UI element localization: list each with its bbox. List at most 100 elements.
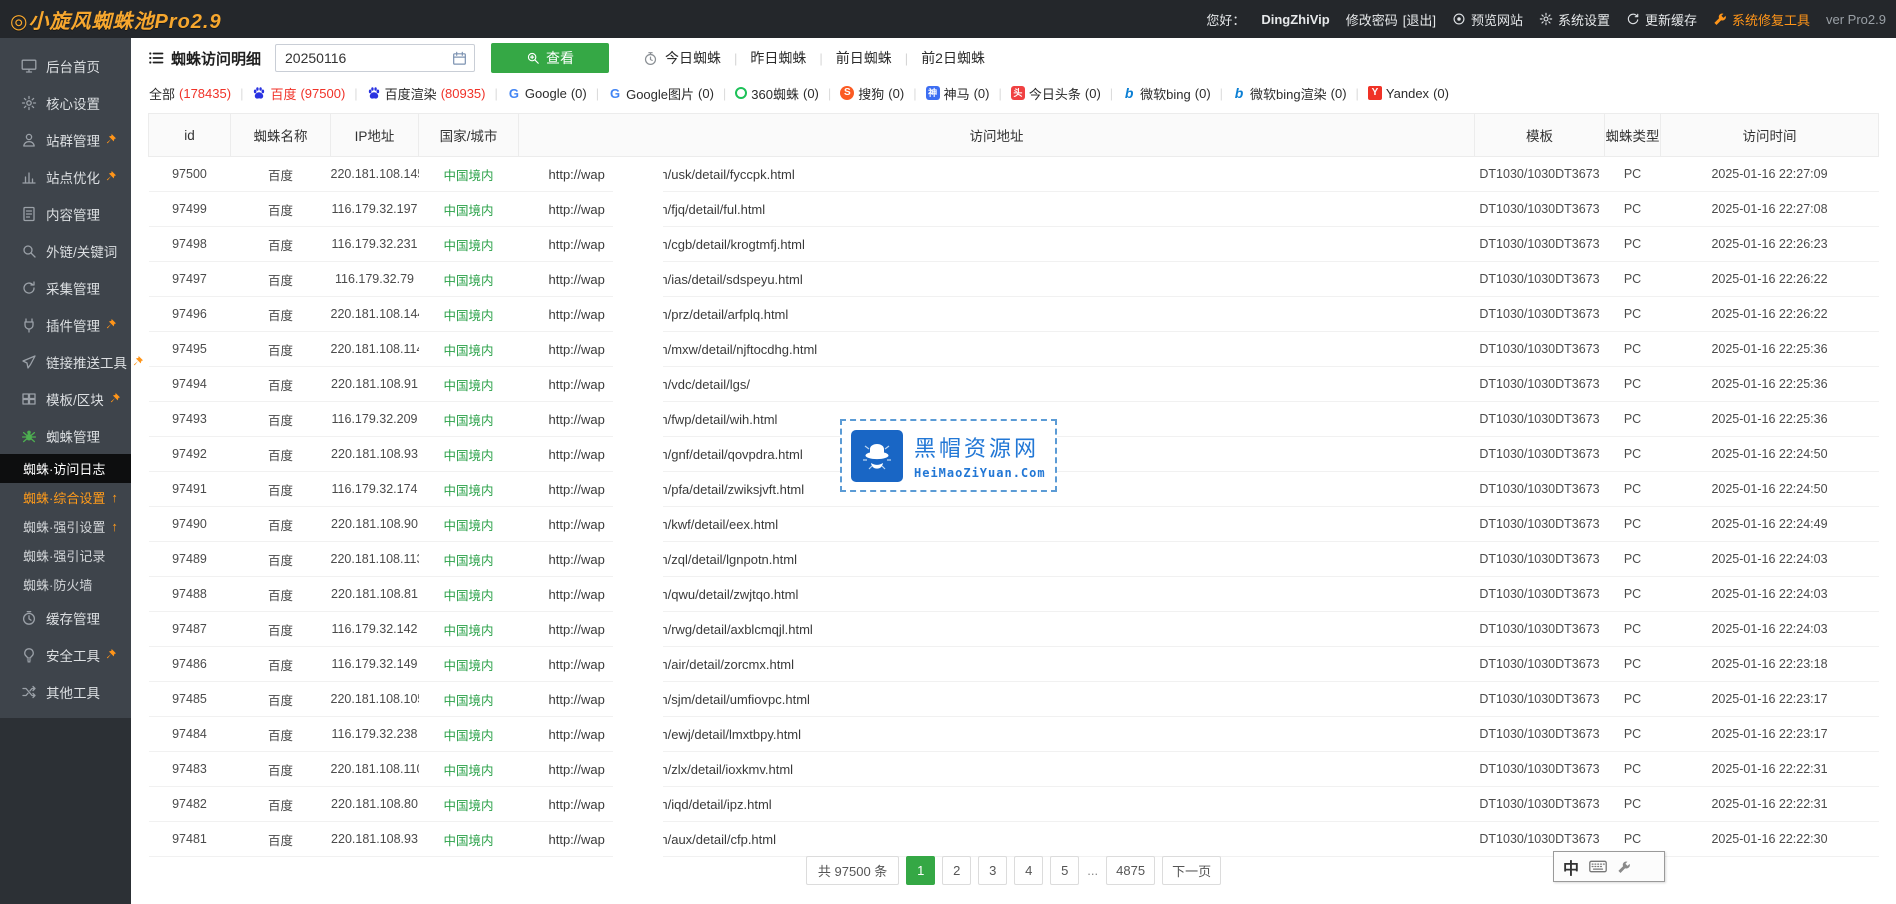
sidebar-subitem-label: 蜘蛛·强引设置 bbox=[23, 517, 105, 536]
sidebar-subitem-label: 蜘蛛·综合设置 bbox=[23, 488, 105, 507]
cell-region: 中国境内 bbox=[419, 787, 519, 822]
cell-visit-time: 2025-01-16 22:23:17 bbox=[1661, 682, 1879, 717]
url-path: cn/zlx/detail/ioxkmv.html bbox=[654, 762, 793, 777]
quick-link-前日蜘蛛[interactable]: 前日蜘蛛 bbox=[836, 48, 892, 68]
cell-spider-name: 百度 bbox=[231, 332, 331, 367]
sidebar-item-链接推送工具[interactable]: 链接推送工具 bbox=[0, 343, 131, 380]
url-path: cn/ewj/detail/lmxtbpy.html bbox=[654, 727, 801, 742]
filter-微软bing渲染[interactable]: b微软bing渲染(0) bbox=[1232, 84, 1346, 103]
cell-region: 中国境内 bbox=[419, 332, 519, 367]
sidebar-item-模板/区块[interactable]: 模板/区块 bbox=[0, 380, 131, 417]
sidebar-item-内容管理[interactable]: 内容管理 bbox=[0, 195, 131, 232]
page-button-1[interactable]: 1 bbox=[906, 856, 935, 885]
page-button-5[interactable]: 5 bbox=[1050, 856, 1079, 885]
monitor-icon bbox=[21, 58, 37, 74]
cell-template: DT1030/1030DT3673 bbox=[1475, 577, 1605, 612]
filter-Google图片[interactable]: GGoogle图片(0) bbox=[608, 84, 714, 103]
filter-Google[interactable]: GGoogle(0) bbox=[507, 86, 587, 101]
cell-region: 中国境内 bbox=[419, 262, 519, 297]
sidebar-subitem-label: 蜘蛛·访问日志 bbox=[23, 459, 105, 478]
preview-site-link[interactable]: 预览网站 bbox=[1452, 10, 1523, 29]
cell-id: 97485 bbox=[149, 682, 231, 717]
change-password-link[interactable]: 修改密码 [退出] bbox=[1346, 10, 1436, 29]
sidebar-subitem-蜘蛛·综合设置[interactable]: 蜘蛛·综合设置↑ bbox=[0, 483, 131, 512]
topbar-right-nav: 您好： DingZhiVip 修改密码 [退出] 预览网站 系统设置 更新缓存 … bbox=[1206, 10, 1886, 29]
url-prefix: http://wap bbox=[549, 307, 605, 322]
column-header-蜘蛛名称: 蜘蛛名称 bbox=[231, 114, 331, 157]
filter-全部[interactable]: 全部(178435) bbox=[149, 84, 231, 103]
sidebar-item-安全工具[interactable]: 安全工具 bbox=[0, 636, 131, 673]
filter-Yandex[interactable]: YYandex(0) bbox=[1368, 86, 1449, 101]
ime-language-indicator[interactable]: 中 bbox=[1563, 855, 1579, 879]
url-path: cn/sjm/detail/umfiovpc.html bbox=[654, 692, 810, 707]
cell-spider-name: 百度 bbox=[231, 192, 331, 227]
sidebar-item-label: 站点优化 bbox=[46, 167, 100, 187]
table-row: 97500百度220.181.108.145中国境内http://wapcn/u… bbox=[149, 157, 1879, 192]
next-page-button[interactable]: 下一页 bbox=[1162, 856, 1221, 885]
sidebar-item-后台首页[interactable]: 后台首页 bbox=[0, 47, 131, 84]
keyboard-icon[interactable] bbox=[1589, 860, 1607, 873]
filter-label: 360蜘蛛 bbox=[751, 84, 799, 103]
date-input[interactable] bbox=[278, 50, 452, 66]
sidebar-subitem-蜘蛛·强引设置[interactable]: 蜘蛛·强引设置↑ bbox=[0, 512, 131, 541]
quick-link-今日蜘蛛[interactable]: 今日蜘蛛 bbox=[643, 48, 721, 68]
page-button-2[interactable]: 2 bbox=[942, 856, 971, 885]
table-row: 97484百度116.179.32.238中国境内http://wapcn/ew… bbox=[149, 717, 1879, 752]
sidebar-item-站点优化[interactable]: 站点优化 bbox=[0, 158, 131, 195]
cell-template: DT1030/1030DT3673 bbox=[1475, 682, 1605, 717]
separator: | bbox=[819, 51, 822, 66]
cell-spider-type: PC bbox=[1605, 647, 1661, 682]
cell-template: DT1030/1030DT3673 bbox=[1475, 647, 1605, 682]
cell-spider-type: PC bbox=[1605, 437, 1661, 472]
filter-360蜘蛛[interactable]: 360蜘蛛(0) bbox=[735, 84, 819, 103]
page-button-3[interactable]: 3 bbox=[978, 856, 1007, 885]
filter-百度[interactable]: 百度(97500) bbox=[252, 84, 345, 103]
sidebar-subitem-蜘蛛·访问日志[interactable]: 蜘蛛·访问日志 bbox=[0, 454, 131, 483]
page-button-4[interactable]: 4 bbox=[1014, 856, 1043, 885]
quick-link-前2日蜘蛛[interactable]: 前2日蜘蛛 bbox=[921, 48, 985, 68]
cell-spider-type: PC bbox=[1605, 367, 1661, 402]
quick-link-昨日蜘蛛[interactable]: 昨日蜘蛛 bbox=[750, 48, 806, 68]
system-repair-link[interactable]: 系统修复工具 bbox=[1713, 10, 1810, 29]
sidebar-item-核心设置[interactable]: 核心设置 bbox=[0, 84, 131, 121]
cell-ip: 116.179.32.149 bbox=[331, 647, 419, 682]
system-settings-link[interactable]: 系统设置 bbox=[1539, 10, 1610, 29]
calendar-icon[interactable] bbox=[452, 51, 467, 66]
sidebar-item-蜘蛛管理[interactable]: 蜘蛛管理 bbox=[0, 417, 131, 454]
page-button-4875[interactable]: 4875 bbox=[1106, 856, 1155, 885]
cell-template: DT1030/1030DT3673 bbox=[1475, 542, 1605, 577]
gear-icon bbox=[21, 95, 37, 111]
table-row: 97489百度220.181.108.113中国境内http://wapcn/z… bbox=[149, 542, 1879, 577]
filter-搜狗[interactable]: S搜狗(0) bbox=[840, 84, 904, 103]
sidebar-item-缓存管理[interactable]: 缓存管理 bbox=[0, 599, 131, 636]
filter-微软bing[interactable]: b微软bing(0) bbox=[1122, 84, 1210, 103]
sidebar-item-插件管理[interactable]: 插件管理 bbox=[0, 306, 131, 343]
sidebar-item-外链/关键词[interactable]: 外链/关键词 bbox=[0, 232, 131, 269]
change-password-label: 修改密码 bbox=[1346, 10, 1398, 29]
zoom-plus-icon bbox=[526, 51, 540, 65]
url-prefix: http://wap bbox=[549, 342, 605, 357]
main-content: 蜘蛛访问明细 查看 今日蜘蛛|昨日蜘蛛|前日蜘蛛|前2日蜘蛛 全部(178435… bbox=[131, 38, 1896, 904]
sidebar-subitem-蜘蛛·强引记录[interactable]: 蜘蛛·强引记录 bbox=[0, 541, 131, 570]
url-path: cn/pfa/detail/zwiksjvft.html bbox=[654, 482, 804, 497]
sidebar-item-采集管理[interactable]: 采集管理 bbox=[0, 269, 131, 306]
filter-百度渲染[interactable]: 百度渲染(80935) bbox=[367, 84, 486, 103]
url-prefix: http://wap bbox=[549, 692, 605, 707]
view-button[interactable]: 查看 bbox=[491, 43, 609, 73]
sidebar-subitem-蜘蛛·防火墙[interactable]: 蜘蛛·防火墙 bbox=[0, 570, 131, 599]
filter-count: (178435) bbox=[179, 86, 231, 101]
cell-id: 97489 bbox=[149, 542, 231, 577]
sidebar-item-站群管理[interactable]: 站群管理 bbox=[0, 121, 131, 158]
ime-toolbar[interactable]: 中 bbox=[1553, 851, 1665, 882]
logout-link[interactable]: [退出] bbox=[1403, 10, 1436, 29]
filter-label: Google图片 bbox=[626, 84, 694, 103]
ime-wrench-icon[interactable] bbox=[1617, 860, 1631, 874]
update-cache-link[interactable]: 更新缓存 bbox=[1626, 10, 1697, 29]
sidebar-item-其他工具[interactable]: 其他工具 bbox=[0, 673, 131, 710]
filter-神马[interactable]: 神神马(0) bbox=[926, 84, 990, 103]
pagination-total: 共 97500 条 bbox=[806, 856, 899, 885]
filter-今日头条[interactable]: 头今日头条(0) bbox=[1011, 84, 1101, 103]
url-prefix: http://wap bbox=[549, 832, 605, 847]
cell-spider-name: 百度 bbox=[231, 542, 331, 577]
filter-label: Yandex bbox=[1386, 86, 1429, 101]
